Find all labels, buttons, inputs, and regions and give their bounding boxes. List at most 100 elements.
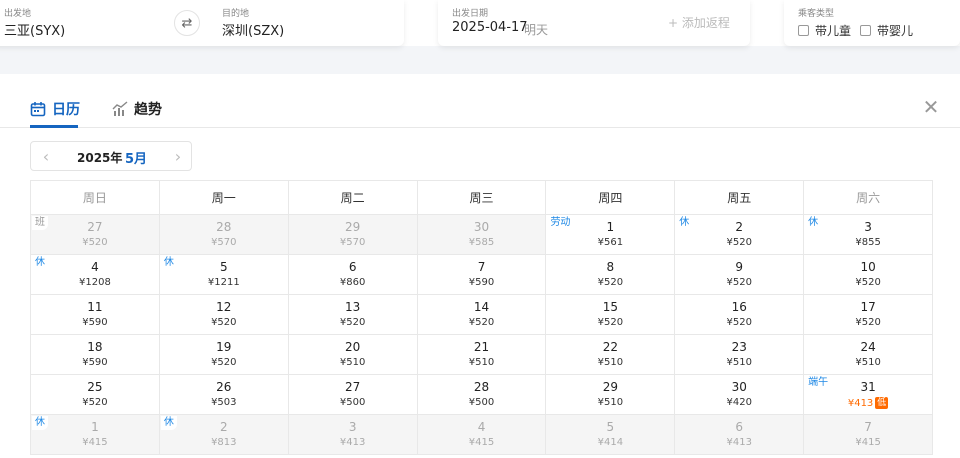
- from-field[interactable]: 三亚(SYX): [4, 20, 65, 39]
- tab-trend-label: 趋势: [134, 102, 162, 118]
- day-number: 23: [731, 340, 747, 354]
- calendar-day-cell[interactable]: 10 ¥520: [804, 255, 934, 295]
- calendar-day-cell[interactable]: 6 ¥860: [288, 255, 418, 295]
- chevron-left-icon[interactable]: ‹: [37, 147, 55, 166]
- day-price: ¥855: [804, 237, 932, 248]
- day-price: ¥520: [289, 317, 417, 328]
- price-value: ¥590: [468, 277, 495, 288]
- day-number: 29: [345, 220, 361, 234]
- day-price: ¥570: [289, 237, 417, 248]
- from-label: 出发地: [4, 9, 32, 19]
- calendar-day-cell[interactable]: 劳动 1 ¥561: [546, 215, 676, 255]
- day-price: ¥510: [418, 357, 546, 368]
- close-button[interactable]: ✕: [920, 96, 942, 118]
- calendar-day-cell[interactable]: 班 27 ¥520: [31, 215, 160, 255]
- add-return-button[interactable]: + 添加返程: [668, 14, 730, 31]
- price-value: ¥510: [597, 397, 624, 408]
- calendar-day-cell[interactable]: 6 ¥413: [675, 415, 805, 455]
- calendar-day-cell[interactable]: 18 ¥590: [31, 335, 160, 375]
- calendar-day-cell[interactable]: 11 ¥590: [31, 295, 160, 335]
- calendar-day-cell[interactable]: 22 ¥510: [546, 335, 676, 375]
- calendar-day-cell[interactable]: 休 2 ¥520: [675, 215, 805, 255]
- weekday-header: 周三: [417, 181, 547, 215]
- price-value: ¥520: [855, 277, 881, 288]
- price-value: ¥500: [339, 397, 366, 408]
- day-price: ¥415: [804, 437, 932, 448]
- price-value: ¥860: [339, 277, 366, 288]
- chevron-right-icon[interactable]: ›: [169, 147, 187, 166]
- day-number: 18: [87, 340, 103, 354]
- checkbox-box[interactable]: [860, 25, 871, 36]
- day-price: ¥520: [418, 317, 546, 328]
- calendar-week-row: 休 1 ¥415 休 2 ¥813 3 ¥413 4 ¥415 5 ¥414 6 ¥413 7 ¥415: [31, 415, 934, 455]
- calendar-day-cell[interactable]: 27 ¥500: [288, 375, 418, 415]
- calendar-day-cell[interactable]: 30 ¥420: [675, 375, 805, 415]
- calendar-day-cell[interactable]: 20 ¥510: [288, 335, 418, 375]
- tab-calendar[interactable]: 日历: [30, 99, 80, 119]
- calendar-day-cell[interactable]: 23 ¥510: [675, 335, 805, 375]
- calendar-day-cell[interactable]: 3 ¥413: [288, 415, 418, 455]
- calendar-day-cell[interactable]: 21 ¥510: [417, 335, 547, 375]
- day-number: 19: [216, 340, 232, 354]
- day-price: ¥413: [675, 437, 803, 448]
- calendar-day-cell[interactable]: 休 2 ¥813: [159, 415, 289, 455]
- to-field[interactable]: 深圳(SZX): [222, 20, 284, 39]
- price-value: ¥570: [211, 237, 237, 248]
- price-value: ¥520: [468, 317, 495, 328]
- calendar-day-cell[interactable]: 4 ¥415: [417, 415, 547, 455]
- day-price: ¥503: [160, 397, 288, 408]
- passenger-card: 乘客类型 带儿童 带婴儿: [784, 0, 960, 46]
- calendar-day-cell[interactable]: 24 ¥510: [804, 335, 934, 375]
- calendar-day-cell[interactable]: 19 ¥520: [159, 335, 289, 375]
- calendar-day-cell[interactable]: 8 ¥520: [546, 255, 676, 295]
- calendar-day-cell[interactable]: 29 ¥510: [546, 375, 676, 415]
- calendar-day-cell[interactable]: 12 ¥520: [159, 295, 289, 335]
- child-checkbox[interactable]: 带儿童: [798, 22, 851, 39]
- date-field[interactable]: 2025-04-17: [452, 20, 528, 35]
- month-label[interactable]: 5月: [125, 148, 147, 167]
- calendar-day-cell[interactable]: 14 ¥520: [417, 295, 547, 335]
- calendar-day-cell[interactable]: 25 ¥520: [31, 375, 160, 415]
- calendar-day-cell[interactable]: 休 4 ¥1208: [31, 255, 160, 295]
- calendar-day-cell[interactable]: 28 ¥500: [417, 375, 547, 415]
- day-price: ¥520: [31, 397, 159, 408]
- calendar-week-row: 25 ¥520 26 ¥503 27 ¥500 28 ¥500 29 ¥510 30 ¥420 端午 31…: [31, 375, 934, 415]
- calendar-day-cell[interactable]: 7 ¥590: [417, 255, 547, 295]
- calendar-day-cell[interactable]: 30 ¥585: [417, 215, 547, 255]
- price-value: ¥520: [211, 317, 237, 328]
- calendar-week-row: 休 4 ¥1208 休 5 ¥1211 6 ¥860 7 ¥590 8 ¥520 9 ¥520 10 ¥520: [31, 255, 934, 295]
- calendar-day-cell[interactable]: 16 ¥520: [675, 295, 805, 335]
- day-number: 10: [860, 260, 876, 274]
- calendar-day-cell[interactable]: 端午 31 ¥413 低: [804, 375, 934, 415]
- calendar-day-cell[interactable]: 7 ¥415: [804, 415, 934, 455]
- calendar-day-cell[interactable]: 15 ¥520: [546, 295, 676, 335]
- view-tabs: 日历 趋势 ✕: [0, 88, 960, 128]
- day-price: ¥415: [418, 437, 546, 448]
- day-number: 22: [602, 340, 618, 354]
- calendar-day-cell[interactable]: 休 1 ¥415: [31, 415, 160, 455]
- day-number: 11: [87, 300, 103, 314]
- weekday-header: 周二: [288, 181, 418, 215]
- day-price: ¥520: [546, 317, 674, 328]
- infant-checkbox[interactable]: 带婴儿: [860, 22, 913, 39]
- checkbox-box[interactable]: [798, 25, 809, 36]
- calendar-day-cell[interactable]: 26 ¥503: [159, 375, 289, 415]
- price-value: ¥585: [468, 237, 495, 248]
- tab-trend[interactable]: 趋势: [112, 99, 162, 119]
- day-price: ¥520: [804, 277, 932, 288]
- swap-button[interactable]: ⇄: [174, 10, 200, 36]
- calendar-day-cell[interactable]: 28 ¥570: [159, 215, 289, 255]
- day-price: ¥520: [675, 317, 803, 328]
- calendar-day-cell[interactable]: 休 3 ¥855: [804, 215, 934, 255]
- calendar-day-cell[interactable]: 13 ¥520: [288, 295, 418, 335]
- day-number: 5: [606, 420, 615, 434]
- calendar-day-cell[interactable]: 5 ¥414: [546, 415, 676, 455]
- price-value: ¥520: [82, 397, 108, 408]
- price-value: ¥414: [597, 437, 624, 448]
- calendar-day-cell[interactable]: 休 5 ¥1211: [159, 255, 289, 295]
- price-value: ¥510: [597, 357, 624, 368]
- calendar-day-cell[interactable]: 29 ¥570: [288, 215, 418, 255]
- day-number: 6: [735, 420, 744, 434]
- calendar-day-cell[interactable]: 9 ¥520: [675, 255, 805, 295]
- calendar-day-cell[interactable]: 17 ¥520: [804, 295, 934, 335]
